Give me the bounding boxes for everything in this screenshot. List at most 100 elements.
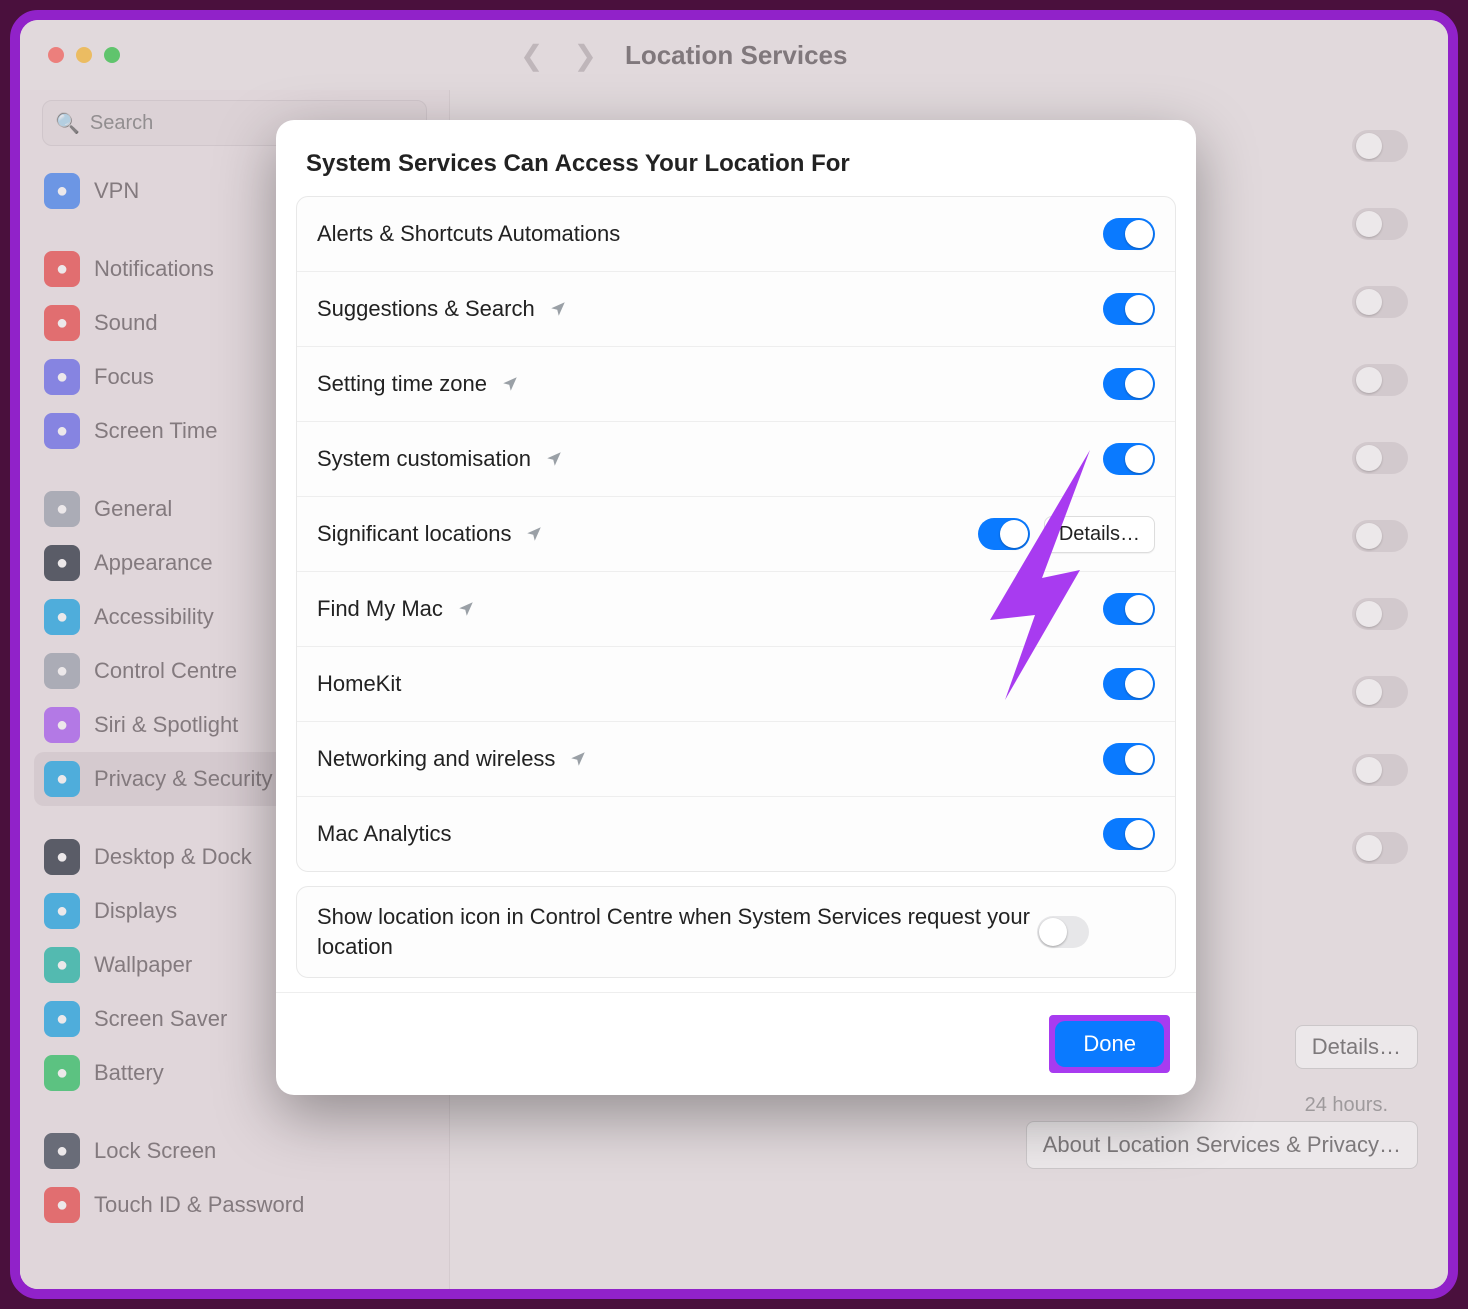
bg-toggle[interactable]: [1352, 832, 1408, 864]
location-arrow-icon: [501, 375, 519, 393]
sidebar-item-label: Privacy & Security: [94, 766, 273, 792]
location-arrow-icon: [569, 750, 587, 768]
row-homekit: HomeKit: [297, 647, 1175, 722]
close-window-button[interactable]: [48, 47, 64, 63]
bg-toggle[interactable]: [1352, 598, 1408, 630]
minimize-window-button[interactable]: [76, 47, 92, 63]
row-label-text: Alerts & Shortcuts Automations: [317, 221, 620, 247]
fingerprint-icon: ●: [44, 1187, 80, 1223]
row-label-text: HomeKit: [317, 671, 401, 697]
hourglass-icon: ●: [44, 413, 80, 449]
sidebar-item-label: Focus: [94, 364, 154, 390]
location-arrow-icon: [457, 600, 475, 618]
toggle-homekit[interactable]: [1103, 668, 1155, 700]
bg-toggle[interactable]: [1352, 286, 1408, 318]
row-find-my-mac: Find My Mac: [297, 572, 1175, 647]
modal-footer: Done: [276, 992, 1196, 1095]
row-alerts-shortcuts: Alerts & Shortcuts Automations: [297, 197, 1175, 272]
row-label: Mac Analytics: [317, 821, 1103, 847]
toggle-significant-locations[interactable]: [978, 518, 1030, 550]
screensaver-icon: ●: [44, 1001, 80, 1037]
sidebar-item-touch-id-password[interactable]: ● Touch ID & Password: [34, 1178, 435, 1232]
zoom-window-button[interactable]: [104, 47, 120, 63]
bg-toggle[interactable]: [1352, 754, 1408, 786]
sidebar-item-label: Lock Screen: [94, 1138, 216, 1164]
system-services-modal: System Services Can Access Your Location…: [276, 120, 1196, 1095]
bell-icon: ●: [44, 251, 80, 287]
row-label: Alerts & Shortcuts Automations: [317, 221, 1103, 247]
bg-hours-text: 24 hours.: [1305, 1094, 1388, 1117]
show-location-icon-group: Show location icon in Control Centre whe…: [296, 886, 1176, 978]
row-mac-analytics: Mac Analytics: [297, 797, 1175, 871]
nav-arrows: ❮ ❯: [520, 39, 597, 72]
moon-icon: ●: [44, 359, 80, 395]
row-label-text: Mac Analytics: [317, 821, 452, 847]
system-services-list: Alerts & Shortcuts Automations Suggestion…: [296, 196, 1176, 872]
row-label-text: Find My Mac: [317, 596, 443, 622]
row-label: System customisation: [317, 446, 1103, 472]
toggle-system-customisation[interactable]: [1103, 443, 1155, 475]
sidebar-item-label: Appearance: [94, 550, 213, 576]
row-significant-locations: Significant locations Details…: [297, 497, 1175, 572]
bg-details-button[interactable]: Details…: [1295, 1025, 1418, 1069]
back-button[interactable]: ❮: [520, 39, 543, 72]
toggle-networking-wireless[interactable]: [1103, 743, 1155, 775]
toggle-suggestions-search[interactable]: [1103, 293, 1155, 325]
sidebar-item-label: Sound: [94, 310, 158, 336]
sidebar-item-label: Notifications: [94, 256, 214, 282]
sidebar-item-label: Battery: [94, 1060, 164, 1086]
toggle-mac-analytics[interactable]: [1103, 818, 1155, 850]
search-icon: 🔍: [55, 111, 80, 136]
sidebar-item-label: Displays: [94, 898, 177, 924]
sidebar-item-label: Screen Time: [94, 418, 218, 444]
displays-icon: ●: [44, 893, 80, 929]
done-button[interactable]: Done: [1055, 1021, 1164, 1067]
location-arrow-icon: [545, 450, 563, 468]
bg-toggle[interactable]: [1352, 130, 1408, 162]
wallpaper-icon: ●: [44, 947, 80, 983]
titlebar: ❮ ❯ Location Services: [20, 20, 1448, 90]
row-system-customisation: System customisation: [297, 422, 1175, 497]
background-toggles: [1352, 130, 1408, 864]
row-label: Networking and wireless: [317, 746, 1103, 772]
details-button-significant-locations[interactable]: Details…: [1044, 516, 1155, 553]
row-label: Setting time zone: [317, 371, 1103, 397]
accessibility-icon: ●: [44, 599, 80, 635]
lock-icon: ●: [44, 1133, 80, 1169]
forward-button[interactable]: ❯: [573, 39, 596, 72]
gear-icon: ●: [44, 491, 80, 527]
sidebar-item-label: Control Centre: [94, 658, 237, 684]
row-label-text: Significant locations: [317, 521, 511, 547]
show-location-icon-label: Show location icon in Control Centre whe…: [317, 902, 1037, 961]
sidebar-item-label: Siri & Spotlight: [94, 712, 238, 738]
about-location-privacy-button[interactable]: About Location Services & Privacy…: [1026, 1121, 1418, 1169]
row-label: Significant locations: [317, 521, 978, 547]
show-location-icon-row: Show location icon in Control Centre whe…: [297, 887, 1175, 977]
row-label: Suggestions & Search: [317, 296, 1103, 322]
sidebar-item-label: Wallpaper: [94, 952, 192, 978]
desktop-icon: ●: [44, 839, 80, 875]
sidebar-item-lock-screen[interactable]: ● Lock Screen: [34, 1124, 435, 1178]
row-label-text: Setting time zone: [317, 371, 487, 397]
toggle-setting-time-zone[interactable]: [1103, 368, 1155, 400]
appearance-icon: ●: [44, 545, 80, 581]
row-label-text: Suggestions & Search: [317, 296, 535, 322]
sidebar-item-label: Touch ID & Password: [94, 1192, 304, 1218]
show-location-icon-toggle[interactable]: [1037, 916, 1089, 948]
row-label-text: Networking and wireless: [317, 746, 555, 772]
siri-icon: ●: [44, 707, 80, 743]
bg-toggle[interactable]: [1352, 208, 1408, 240]
sidebar-item-label: Accessibility: [94, 604, 214, 630]
sidebar-item-label: VPN: [94, 178, 139, 204]
done-button-highlight: Done: [1049, 1015, 1170, 1073]
row-label: Find My Mac: [317, 596, 1103, 622]
page-title: Location Services: [625, 40, 848, 71]
sidebar-item-label: Desktop & Dock: [94, 844, 252, 870]
modal-title: System Services Can Access Your Location…: [306, 150, 1166, 178]
bg-toggle[interactable]: [1352, 442, 1408, 474]
toggle-find-my-mac[interactable]: [1103, 593, 1155, 625]
bg-toggle[interactable]: [1352, 676, 1408, 708]
bg-toggle[interactable]: [1352, 520, 1408, 552]
toggle-alerts-shortcuts[interactable]: [1103, 218, 1155, 250]
bg-toggle[interactable]: [1352, 364, 1408, 396]
